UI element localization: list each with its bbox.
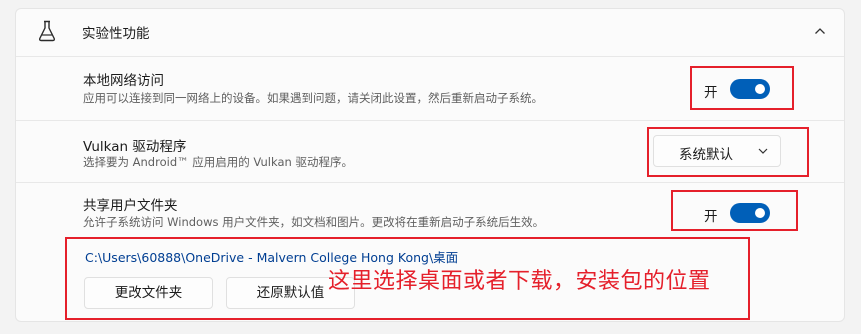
- local-network-description: 应用可以连接到同一网络上的设备。如果遇到问题，请关闭此设置，然后重新启动子系统。: [83, 91, 543, 105]
- chevron-up-icon[interactable]: [814, 26, 826, 36]
- annotation-box-local-toggle: [690, 66, 794, 110]
- shared-folder-title: 共享用户文件夹: [83, 198, 178, 214]
- annotation-note: 这里选择桌面或者下载，安装包的位置: [328, 269, 711, 294]
- experimental-features-header[interactable]: 实验性功能: [16, 9, 844, 55]
- shared-folder-description: 允许子系统访问 Windows 用户文件夹，如文档和图片。更改将在重新启动子系统…: [83, 215, 545, 229]
- divider: [16, 56, 844, 57]
- vulkan-description: 选择要为 Android™ 应用启用的 Vulkan 驱动程序。: [83, 155, 353, 169]
- flask-icon: [38, 20, 56, 42]
- local-network-title: 本地网络访问: [83, 73, 164, 89]
- divider: [16, 182, 844, 183]
- vulkan-title: Vulkan 驱动程序: [83, 139, 187, 155]
- annotation-box-shared-toggle: [671, 190, 798, 231]
- annotation-box-dropdown: [647, 127, 809, 177]
- section-title: 实验性功能: [82, 26, 150, 42]
- divider: [16, 120, 844, 121]
- screenshot: 实验性功能 本地网络访问 应用可以连接到同一网络上的设备。如果遇到问题，请关闭此…: [0, 0, 861, 334]
